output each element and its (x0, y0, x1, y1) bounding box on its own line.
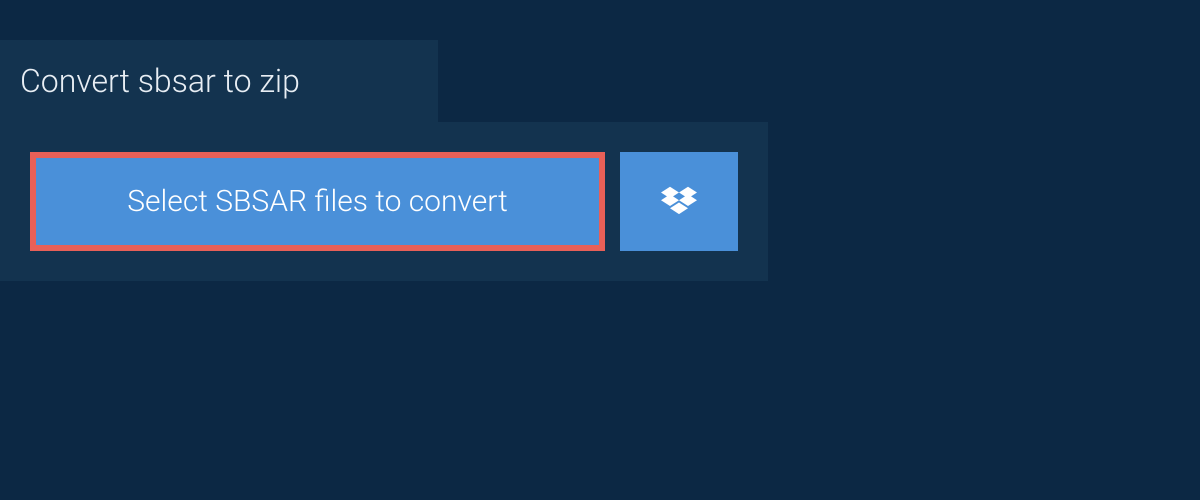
page-title: Convert sbsar to zip (20, 62, 300, 100)
button-row: Select SBSAR files to convert (30, 152, 738, 251)
upload-panel: Select SBSAR files to convert (0, 122, 768, 281)
select-files-label: Select SBSAR files to convert (127, 184, 507, 219)
dropbox-icon (661, 186, 697, 218)
select-files-button[interactable]: Select SBSAR files to convert (30, 152, 605, 251)
dropbox-button[interactable] (620, 152, 738, 251)
header-tab: Convert sbsar to zip (0, 40, 438, 122)
